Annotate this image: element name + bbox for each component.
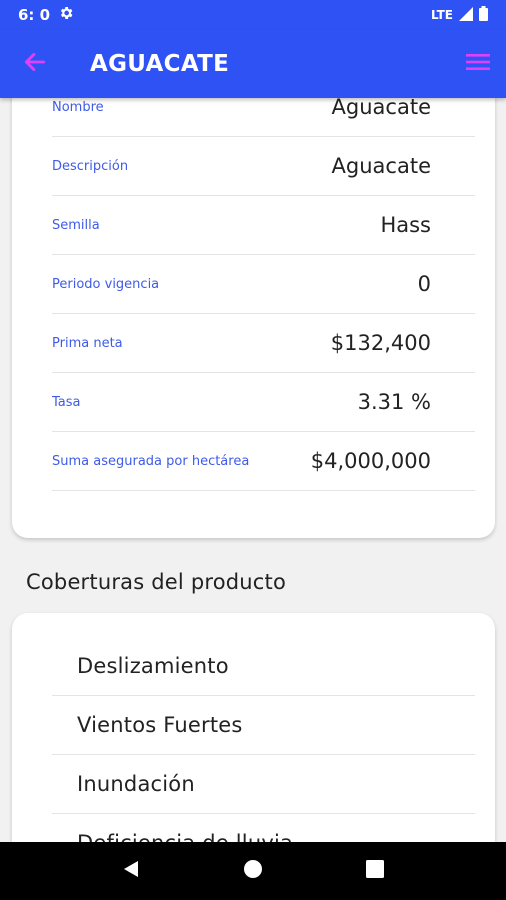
coverage-item[interactable]: Inundación [52, 755, 475, 814]
detail-label: Descripción [52, 158, 129, 174]
detail-row-descripcion: Descripción Aguacate [52, 137, 475, 196]
detail-row-suma: Suma asegurada por hectárea $4,000,000 [52, 432, 475, 491]
status-left: 6: 0 [18, 5, 74, 25]
detail-row-tasa: Tasa 3.31 % [52, 373, 475, 432]
app-bar: AGUACATE [0, 30, 506, 98]
detail-value: Hass [380, 213, 431, 237]
coverage-item[interactable]: Vientos Fuertes [52, 696, 475, 755]
detail-label: Prima neta [52, 335, 123, 351]
gear-icon [58, 5, 74, 25]
network-type: LTE [430, 8, 453, 22]
coverage-label: Inundación [77, 772, 195, 796]
detail-value: $4,000,000 [310, 449, 431, 473]
content-scroll[interactable]: Nombre Aguacate Descripción Aguacate Sem… [0, 98, 506, 842]
detail-label: Nombre [52, 99, 104, 115]
detail-value: $132,400 [330, 331, 431, 355]
recents-square-icon [366, 860, 384, 882]
detail-label: Semilla [52, 217, 100, 233]
signal-icon [459, 6, 473, 24]
detail-row-semilla: Semilla Hass [52, 196, 475, 255]
detail-label: Periodo vigencia [52, 276, 160, 292]
nav-home-button[interactable] [233, 851, 273, 891]
menu-button[interactable] [450, 30, 506, 98]
status-time: 6: 0 [18, 6, 51, 24]
section-title-coverage: Coberturas del producto [26, 570, 287, 594]
detail-value: 0 [417, 272, 431, 296]
coverage-item[interactable]: Deficiencia de lluvia [52, 814, 475, 842]
detail-label: Tasa [52, 394, 81, 410]
battery-icon [479, 6, 488, 24]
status-bar: 6: 0 LTE [0, 0, 506, 30]
coverage-card: Deslizamiento Vientos Fuertes Inundación… [12, 613, 495, 842]
detail-row-periodo: Periodo vigencia 0 [52, 255, 475, 314]
nav-recents-button[interactable] [355, 851, 395, 891]
detail-label: Suma asegurada por hectárea [52, 453, 250, 469]
arrow-left-icon [22, 49, 48, 79]
detail-row-nombre: Nombre Aguacate [52, 98, 475, 137]
status-right: LTE [431, 6, 488, 24]
coverage-label: Vientos Fuertes [77, 713, 243, 737]
back-button[interactable] [0, 30, 70, 98]
back-triangle-icon [121, 859, 141, 883]
page-title: AGUACATE [90, 51, 230, 77]
coverage-label: Deficiencia de lluvia [52, 831, 293, 842]
detail-value: 3.31 % [357, 390, 431, 414]
menu-icon [465, 51, 491, 77]
coverage-label: Deslizamiento [77, 654, 229, 678]
detail-value: Aguacate [331, 98, 431, 119]
nav-back-button[interactable] [111, 851, 151, 891]
detail-value: Aguacate [331, 154, 431, 178]
detail-row-prima: Prima neta $132,400 [52, 314, 475, 373]
home-circle-icon [243, 859, 263, 883]
details-card: Nombre Aguacate Descripción Aguacate Sem… [12, 98, 495, 538]
coverage-item[interactable]: Deslizamiento [52, 637, 475, 696]
system-nav-bar [0, 842, 506, 900]
